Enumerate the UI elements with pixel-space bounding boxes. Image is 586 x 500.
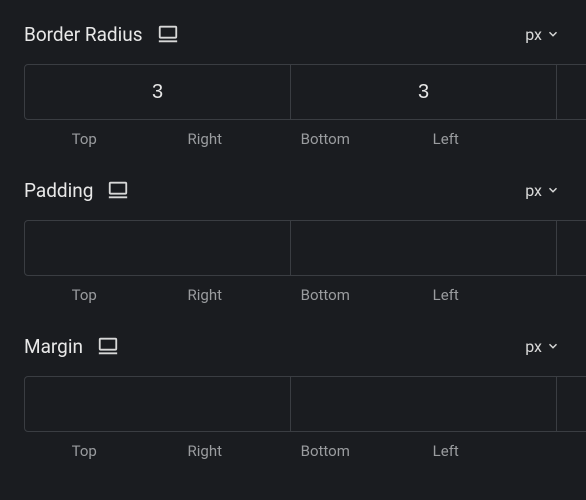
margin-unit: px bbox=[525, 337, 542, 356]
padding-side-labels: Top Right Bottom Left bbox=[24, 286, 562, 304]
side-label-left: Left bbox=[386, 442, 507, 460]
side-label-bottom: Bottom bbox=[265, 130, 386, 148]
side-label-bottom: Bottom bbox=[265, 286, 386, 304]
desktop-icon[interactable] bbox=[157, 23, 179, 45]
side-label-right: Right bbox=[145, 442, 266, 460]
margin-unit-select[interactable]: px bbox=[523, 333, 562, 360]
side-label-left: Left bbox=[386, 286, 507, 304]
chevron-down-icon bbox=[546, 27, 560, 41]
margin-side-labels: Top Right Bottom Left bbox=[24, 442, 562, 460]
side-label-top: Top bbox=[24, 286, 145, 304]
desktop-icon[interactable] bbox=[97, 335, 119, 357]
padding-header: Padding px bbox=[24, 176, 562, 204]
border-radius-header: Border Radius px bbox=[24, 20, 562, 48]
border-radius-control: Border Radius px Top Right Bottom Left bbox=[24, 20, 562, 148]
border-radius-bottom-input[interactable] bbox=[557, 64, 586, 120]
border-radius-inputs bbox=[24, 64, 562, 120]
padding-top-input[interactable] bbox=[24, 220, 291, 276]
side-label-bottom: Bottom bbox=[265, 442, 386, 460]
border-radius-top-input[interactable] bbox=[24, 64, 291, 120]
side-label-top: Top bbox=[24, 130, 145, 148]
side-label-right: Right bbox=[145, 130, 266, 148]
margin-inputs bbox=[24, 376, 562, 432]
margin-label: Margin bbox=[24, 335, 83, 358]
padding-label: Padding bbox=[24, 179, 93, 202]
chevron-down-icon bbox=[546, 183, 560, 197]
margin-bottom-input[interactable] bbox=[557, 376, 586, 432]
padding-right-input[interactable] bbox=[291, 220, 557, 276]
border-radius-unit: px bbox=[525, 25, 542, 44]
side-label-right: Right bbox=[145, 286, 266, 304]
margin-header: Margin px bbox=[24, 332, 562, 360]
border-radius-right-input[interactable] bbox=[291, 64, 557, 120]
padding-inputs bbox=[24, 220, 562, 276]
border-radius-label: Border Radius bbox=[24, 23, 143, 46]
padding-unit-select[interactable]: px bbox=[523, 177, 562, 204]
border-radius-unit-select[interactable]: px bbox=[523, 21, 562, 48]
padding-unit: px bbox=[525, 181, 542, 200]
padding-bottom-input[interactable] bbox=[557, 220, 586, 276]
margin-top-input[interactable] bbox=[24, 376, 291, 432]
padding-control: Padding px Top Right Bottom Left bbox=[24, 176, 562, 304]
margin-right-input[interactable] bbox=[291, 376, 557, 432]
margin-control: Margin px Top Right Bottom Left bbox=[24, 332, 562, 460]
desktop-icon[interactable] bbox=[107, 179, 129, 201]
side-label-left: Left bbox=[386, 130, 507, 148]
chevron-down-icon bbox=[546, 339, 560, 353]
side-label-top: Top bbox=[24, 442, 145, 460]
border-radius-side-labels: Top Right Bottom Left bbox=[24, 130, 562, 148]
